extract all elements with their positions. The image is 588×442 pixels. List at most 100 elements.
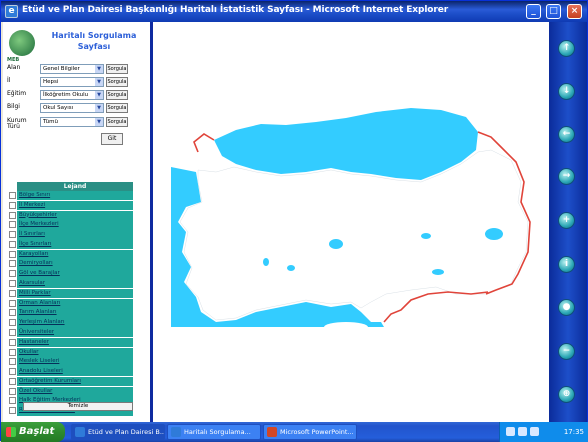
legend-item-label[interactable]: Ortaöğretim Kurumları bbox=[17, 376, 133, 387]
form-label: Kurum Türü bbox=[7, 117, 27, 130]
nav-full-extent-button[interactable]: ⊕ bbox=[558, 386, 575, 403]
legend-item: Demiryolları bbox=[9, 259, 133, 269]
legend-item-label[interactable]: Tarım Alanları bbox=[17, 308, 133, 318]
clear-button[interactable]: Temizle bbox=[23, 402, 133, 411]
query-button[interactable]: Sorgula bbox=[106, 103, 128, 113]
legend-item-label[interactable]: Bölge Sınırı bbox=[17, 191, 133, 201]
title-bar[interactable]: e Etüd ve Plan Dairesi Başkanlığı Harita… bbox=[1, 1, 587, 22]
legend-checkbox[interactable] bbox=[9, 250, 16, 258]
legend: Lejand Bölge Sınırı İl Merkezi Büyükşehirl… bbox=[9, 182, 133, 416]
network-icon[interactable] bbox=[506, 427, 515, 436]
legend-item: Göl ve Barajlar bbox=[9, 269, 133, 279]
legend-item-label[interactable]: Milli Parklar bbox=[17, 288, 133, 299]
minimize-button[interactable]: _ bbox=[526, 4, 541, 19]
taskbar-item-powerpoint[interactable]: Microsoft PowerPoint... bbox=[263, 424, 357, 440]
legend-item: Tarım Alanları bbox=[9, 308, 133, 318]
legend-checkbox[interactable] bbox=[9, 348, 16, 356]
legend-checkbox[interactable] bbox=[9, 260, 16, 268]
lake-tuz bbox=[329, 239, 343, 249]
legend-item-label[interactable]: Hastaneler bbox=[17, 337, 133, 348]
legend-checkbox[interactable] bbox=[9, 407, 16, 415]
nav-right-button[interactable]: → bbox=[558, 168, 575, 185]
legend-item-label[interactable]: Meslek Liseleri bbox=[17, 357, 133, 367]
legend-checkbox[interactable] bbox=[9, 387, 16, 395]
task-label: Etüd ve Plan Dairesi B... bbox=[88, 428, 165, 436]
form-row-kurum: Kurum Türü Tümü ▼ Sorgula bbox=[7, 117, 128, 130]
legend-checkbox[interactable] bbox=[9, 299, 16, 307]
map-view[interactable] bbox=[156, 22, 549, 422]
legend-checkbox[interactable] bbox=[9, 201, 16, 209]
legend-item-label[interactable]: İlçe Merkezleri bbox=[17, 220, 133, 230]
alan-select[interactable]: Genel Bilgiler ▼ bbox=[40, 64, 104, 74]
legend-item-label[interactable]: Demiryolları bbox=[17, 259, 133, 269]
legend-item-label[interactable]: Göl ve Barajlar bbox=[17, 269, 133, 279]
taskbar-item-browser[interactable]: Etüd ve Plan Dairesi B... bbox=[71, 424, 165, 440]
close-button[interactable]: × bbox=[567, 4, 582, 19]
legend-item-label[interactable]: Akarsular bbox=[17, 279, 133, 289]
maximize-button[interactable]: □ bbox=[546, 4, 561, 19]
query-button[interactable]: Sorgula bbox=[106, 117, 128, 127]
legend-checkbox[interactable] bbox=[9, 211, 16, 219]
query-button[interactable]: Sorgula bbox=[106, 90, 128, 100]
legend-item-label[interactable]: Anadolu Liseleri bbox=[17, 367, 133, 377]
form-label: İl bbox=[7, 77, 11, 84]
go-button[interactable]: Git bbox=[101, 133, 123, 145]
legend-checkbox[interactable] bbox=[9, 319, 16, 327]
legend-checkbox[interactable] bbox=[9, 280, 16, 288]
browser-window: e Etüd ve Plan Dairesi Başkanlığı Harita… bbox=[0, 0, 588, 442]
lake-beysehir bbox=[287, 265, 295, 271]
legend-checkbox[interactable] bbox=[9, 377, 16, 385]
volume-icon[interactable] bbox=[518, 427, 527, 436]
nav-down-button[interactable]: ↓ bbox=[558, 83, 575, 100]
legend-item-label[interactable]: Özel Okullar bbox=[17, 386, 133, 397]
select-value: İlköğretim Okulu bbox=[43, 92, 89, 98]
nav-up-button[interactable]: ↑ bbox=[558, 40, 575, 57]
il-select[interactable]: Hepsi ▼ bbox=[40, 77, 104, 87]
legend-item-label[interactable]: İl Merkezi bbox=[17, 200, 133, 211]
legend-title: Lejand bbox=[17, 182, 133, 191]
kurum-select[interactable]: Tümü ▼ bbox=[40, 117, 104, 127]
security-icon[interactable] bbox=[530, 427, 539, 436]
black-sea bbox=[214, 108, 478, 180]
lake-egirdir bbox=[263, 258, 269, 266]
legend-checkbox[interactable] bbox=[9, 289, 16, 297]
system-tray: 17:35 bbox=[499, 422, 588, 442]
start-button[interactable]: Başlat bbox=[1, 422, 65, 442]
legend-checkbox[interactable] bbox=[9, 270, 16, 278]
legend-checkbox[interactable] bbox=[9, 397, 16, 405]
egitim-select[interactable]: İlköğretim Okulu ▼ bbox=[40, 90, 104, 100]
legend-checkbox[interactable] bbox=[9, 338, 16, 346]
turkey-map[interactable] bbox=[156, 22, 549, 422]
legend-item-label[interactable]: Okullar bbox=[17, 347, 133, 357]
legend-checkbox[interactable] bbox=[9, 328, 16, 336]
legend-checkbox[interactable] bbox=[9, 240, 16, 248]
legend-checkbox[interactable] bbox=[9, 192, 16, 199]
legend-item-label[interactable]: Orman Alanları bbox=[17, 298, 133, 308]
query-button[interactable]: Sorgula bbox=[106, 64, 128, 74]
legend-item-label[interactable]: İl Sınırları bbox=[17, 230, 133, 240]
query-panel: MEB Haritalı Sorgulama Sayfası Alan Gene… bbox=[3, 22, 153, 422]
legend-checkbox[interactable] bbox=[9, 358, 16, 366]
taskbar-item-map-page[interactable]: Haritalı Sorgulama... bbox=[167, 424, 261, 440]
legend-checkbox[interactable] bbox=[9, 221, 16, 229]
nav-zoom-out-button[interactable]: − bbox=[558, 343, 575, 360]
legend-item-label[interactable]: Yerleşim Alanları bbox=[17, 318, 133, 328]
chevron-down-icon: ▼ bbox=[95, 104, 103, 112]
window-title: Etüd ve Plan Dairesi Başkanlığı Haritalı… bbox=[22, 5, 449, 15]
legend-item: İl Sınırları bbox=[9, 230, 133, 240]
nav-refresh-button[interactable]: ● bbox=[558, 299, 575, 316]
bilgi-select[interactable]: Okul Sayısı ▼ bbox=[40, 103, 104, 113]
legend-item-label[interactable]: Karayolları bbox=[17, 249, 133, 260]
legend-item-label[interactable]: Üniversiteler bbox=[17, 327, 133, 338]
legend-checkbox[interactable] bbox=[9, 368, 16, 376]
legend-checkbox[interactable] bbox=[9, 309, 16, 317]
task-label: Haritalı Sorgulama... bbox=[184, 428, 251, 436]
legend-item-label[interactable]: Büyükşehirler bbox=[17, 210, 133, 220]
legend-item-label[interactable]: İlçe Sınırları bbox=[17, 239, 133, 250]
legend-checkbox[interactable] bbox=[9, 231, 16, 239]
windows-flag-icon bbox=[6, 427, 16, 437]
query-button[interactable]: Sorgula bbox=[106, 77, 128, 87]
nav-zoom-in-button[interactable]: + bbox=[558, 212, 575, 229]
nav-info-button[interactable]: i bbox=[558, 256, 575, 273]
nav-left-button[interactable]: ← bbox=[558, 126, 575, 143]
